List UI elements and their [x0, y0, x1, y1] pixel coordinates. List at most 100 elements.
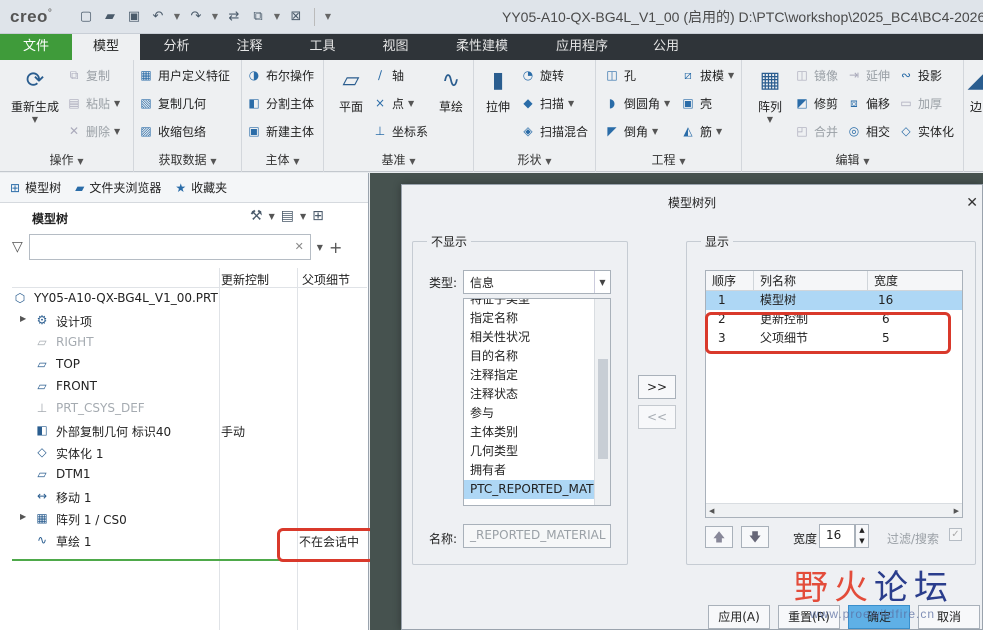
search-dropdown-icon[interactable]: ▼ — [317, 243, 323, 252]
new-file-icon[interactable]: ▢ — [76, 7, 96, 27]
tab-folder-browser[interactable]: ▰ 文件夹浏览器 — [75, 179, 161, 196]
tree-row-dtm1[interactable]: ▱ DTM1 — [12, 464, 367, 486]
clear-search-icon[interactable]: ✕ — [295, 240, 304, 253]
add-icon[interactable]: + — [329, 238, 342, 257]
list-item[interactable]: 相关性状况 — [464, 328, 610, 347]
name-field[interactable]: _REPORTED_MATERIAL — [463, 524, 611, 548]
boolean-button[interactable]: ◑ 布尔操作 — [246, 64, 314, 86]
new-body-button[interactable]: ▣ 新建主体 — [246, 120, 314, 142]
list-item[interactable]: 特征子类型 — [464, 299, 610, 309]
tab-file[interactable]: 文件 — [0, 34, 72, 60]
width-stepper[interactable]: ▲ ▼ — [855, 524, 869, 548]
list-item[interactable]: 拥有者 — [464, 461, 610, 480]
edge-button[interactable]: ◢ 边 — [966, 66, 983, 115]
table-scrollbar[interactable]: ◀ ▶ — [706, 503, 962, 517]
group-label-shapes[interactable]: 形状 ▼ — [474, 151, 595, 168]
list-item[interactable]: 主体类别 — [464, 423, 610, 442]
project-button[interactable]: ∾ 投影 — [898, 64, 942, 86]
offset-button[interactable]: ⧈ 偏移 — [846, 92, 890, 114]
tree-row-solidify[interactable]: ◇ 实体化 1 — [12, 442, 367, 464]
tab-analysis[interactable]: 分析 — [140, 34, 213, 60]
group-label-engineering[interactable]: 工程 ▼ — [596, 151, 741, 168]
settings-dropdown-icon[interactable]: ▼ — [269, 212, 275, 221]
redo-dropdown-icon[interactable]: ▼ — [210, 7, 220, 27]
tree-row-right[interactable]: ▱ RIGHT — [12, 332, 367, 354]
tab-model-tree[interactable]: ⊞ 模型树 — [10, 179, 61, 196]
displayed-columns-table[interactable]: 顺序 列名称 宽度 1 模型树 16 2 更新控制 6 3 父项细节 5 ◀ ▶ — [705, 270, 963, 518]
split-body-button[interactable]: ◧ 分割主体 — [246, 92, 314, 114]
windows-dropdown-icon[interactable]: ▼ — [272, 7, 282, 27]
filter-search-checkbox[interactable]: ✓ — [949, 528, 962, 541]
move-down-button[interactable]: 🡇 — [741, 526, 769, 548]
add-column-button[interactable]: >> — [638, 375, 676, 399]
tab-flexible-modeling[interactable]: 柔性建模 — [432, 34, 532, 60]
move-up-button[interactable]: 🡅 — [705, 526, 733, 548]
solidify-button[interactable]: ◇ 实体化 — [898, 120, 954, 142]
tree-row-external-copy[interactable]: ◧ 外部复制几何 标识40 手动 — [12, 420, 367, 442]
regenerate-button[interactable]: ⟳ 重新生成 ▼ — [8, 66, 62, 125]
mirror-button[interactable]: ◫ 镜像 — [794, 64, 838, 86]
tab-annotate[interactable]: 注释 — [213, 34, 286, 60]
tab-favorites[interactable]: ★ 收藏夹 — [175, 179, 227, 196]
pattern-button[interactable]: ▦ 阵列 ▼ — [748, 66, 792, 125]
group-label-body[interactable]: 主体 ▼ — [242, 151, 323, 168]
tree-row-move[interactable]: ↔ 移动 1 — [12, 486, 367, 508]
group-label-get-data[interactable]: 获取数据 ▼ — [134, 151, 241, 168]
csys-button[interactable]: ⊥ 坐标系 — [372, 120, 428, 142]
point-button[interactable]: × 点 ▼ — [372, 92, 414, 114]
udf-button[interactable]: ▦ 用户定义特征 — [138, 64, 230, 86]
extend-button[interactable]: ⇥ 延伸 — [846, 64, 890, 86]
column-parent-details[interactable]: 父项细节 — [302, 271, 350, 288]
expand-icon[interactable]: ▶ — [20, 512, 26, 521]
tree-row-design-items[interactable]: ▶ ⚙ 设计项 — [12, 310, 367, 332]
column-update-control[interactable]: 更新控制 — [221, 271, 269, 288]
list-scrollbar[interactable] — [594, 299, 610, 505]
list-item[interactable]: 注释状态 — [464, 385, 610, 404]
remove-column-button[interactable]: << — [638, 405, 676, 429]
list-item[interactable]: 目的名称 — [464, 347, 610, 366]
tab-utilities[interactable]: 公用 — [632, 34, 700, 60]
undo-dropdown-icon[interactable]: ▼ — [172, 7, 182, 27]
close-icon[interactable]: ✕ — [966, 185, 978, 221]
apply-button[interactable]: 应用(A) — [708, 605, 770, 629]
settings-tools-icon[interactable]: ⚒ — [250, 208, 263, 224]
regenerate-icon[interactable]: ⇄ — [224, 7, 244, 27]
tab-applications[interactable]: 应用程序 — [532, 34, 632, 60]
round-button[interactable]: ◗ 倒圆角 ▼ — [604, 92, 670, 114]
list-item[interactable]: 几何类型 — [464, 442, 610, 461]
tree-row-csys[interactable]: ⊥ PRT_CSYS_DEF — [12, 398, 367, 420]
tree-filter-icon[interactable]: ⊞ — [312, 208, 324, 224]
table-row[interactable]: 1 模型树 16 — [706, 291, 962, 310]
draft-button[interactable]: ⧄ 拔模 ▼ — [680, 64, 734, 86]
undo-icon[interactable]: ↶ — [148, 7, 168, 27]
show-icon[interactable]: ▤ — [281, 208, 294, 224]
tab-tools[interactable]: 工具 — [286, 34, 359, 60]
tab-model[interactable]: 模型 — [72, 34, 140, 60]
plane-button[interactable]: ▱ 平面 — [330, 66, 372, 115]
swept-blend-button[interactable]: ◈ 扫描混合 — [520, 120, 588, 142]
type-select[interactable]: 信息 ▼ — [463, 270, 611, 294]
merge-button[interactable]: ◰ 合并 — [794, 120, 838, 142]
rib-button[interactable]: ◭ 筋 ▼ — [680, 120, 722, 142]
filter-icon[interactable]: ▽ — [12, 239, 23, 255]
axis-button[interactable]: ∕ 轴 — [372, 64, 404, 86]
search-input[interactable]: ✕ — [28, 234, 311, 260]
extrude-button[interactable]: ▮ 拉伸 — [478, 66, 518, 115]
revolve-button[interactable]: ◔ 旋转 — [520, 64, 564, 86]
open-folder-icon[interactable]: ▰ — [100, 7, 120, 27]
group-label-datum[interactable]: 基准 ▼ — [324, 151, 473, 168]
redo-icon[interactable]: ↷ — [186, 7, 206, 27]
trim-button[interactable]: ◩ 修剪 — [794, 92, 838, 114]
close-window-icon[interactable]: ⊠ — [286, 7, 306, 27]
tree-row-front[interactable]: ▱ FRONT — [12, 376, 367, 398]
tree-row-top[interactable]: ▱ TOP — [12, 354, 367, 376]
tree-row-part[interactable]: ⬡ YY05-A10-QX-BG4L_V1_00.PRT — [12, 288, 367, 310]
show-dropdown-icon[interactable]: ▼ — [300, 212, 306, 221]
list-item[interactable]: 参与 — [464, 404, 610, 423]
chamfer-button[interactable]: ◤ 倒角 ▼ — [604, 120, 658, 142]
tree-row-pattern[interactable]: ▶ ▦ 阵列 1 / CS0 — [12, 508, 367, 530]
delete-button[interactable]: ✕ 删除 ▼ — [66, 120, 120, 142]
expand-icon[interactable]: ▶ — [20, 314, 26, 323]
customize-toolbar-icon[interactable]: ▼ — [323, 7, 333, 27]
intersect-button[interactable]: ◎ 相交 — [846, 120, 890, 142]
